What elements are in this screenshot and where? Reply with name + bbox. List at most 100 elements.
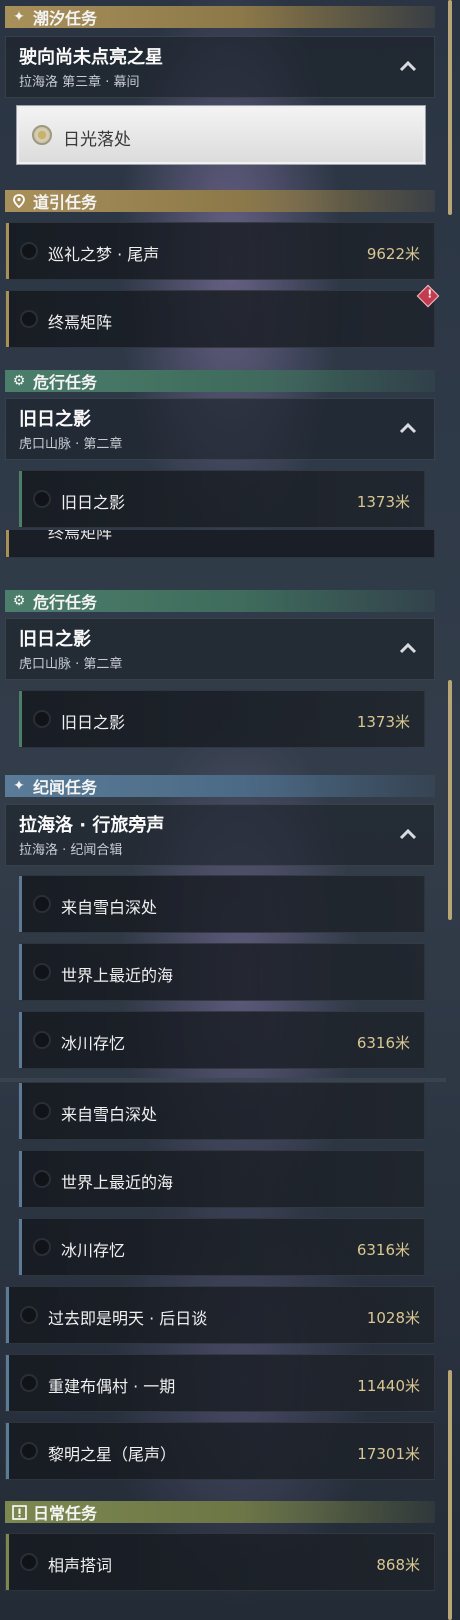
- tracking-radio-icon[interactable]: [20, 1553, 38, 1571]
- location-pin-icon: [11, 193, 27, 209]
- quest-distance: 1028米: [366, 1309, 420, 1327]
- accent-bar: [19, 876, 22, 932]
- tracking-radio-icon[interactable]: [33, 963, 51, 981]
- tracking-radio-icon[interactable]: [33, 710, 51, 728]
- quest-item[interactable]: 旧日之影 1373米: [18, 470, 425, 528]
- quest-item-label: 旧日之影: [61, 493, 126, 512]
- chevron-up-icon[interactable]: [396, 55, 420, 79]
- quest-item-label: 世界上最近的海: [61, 1173, 174, 1192]
- scrollbar-bottom[interactable]: [448, 1370, 452, 1620]
- quest-group-chronicle[interactable]: 拉海洛 · 行旅旁声 拉海洛 · 纪闻合辑: [5, 804, 435, 866]
- tracking-radio-icon[interactable]: [20, 310, 38, 328]
- quest-subtitle: 虎口山脉 · 第二章: [19, 657, 123, 672]
- quest-distance: 17301米: [357, 1445, 420, 1463]
- quest-item-label: 终焉矩阵: [48, 530, 113, 542]
- quest-item[interactable]: 世界上最近的海: [18, 943, 425, 1001]
- sparkle-icon: ✦: [13, 778, 25, 794]
- quest-distance: 6316米: [356, 1034, 410, 1052]
- clipped-row-fragment: 终焉矩阵: [5, 530, 435, 562]
- quest-item-label: 相声搭词: [48, 1556, 113, 1575]
- quest-item-label: 旧日之影: [61, 713, 126, 732]
- accent-bar: [19, 1219, 22, 1275]
- tracking-radio-icon[interactable]: [33, 1170, 51, 1188]
- quest-item[interactable]: 来自雪白深处: [18, 1082, 425, 1140]
- section-header-daily: 日常任务: [5, 1501, 435, 1523]
- section-title: 道引任务: [33, 193, 98, 212]
- quest-item-label: 来自雪白深处: [61, 1105, 158, 1124]
- quest-item[interactable]: 世界上最近的海: [18, 1150, 425, 1208]
- quest-item[interactable]: 旧日之影 1373米: [18, 690, 425, 748]
- tracking-radio-icon[interactable]: [20, 1442, 38, 1460]
- accent-bar: [19, 1012, 22, 1068]
- section-header-danger: ⚙ 危行任务: [5, 370, 435, 392]
- accent-bar: [6, 223, 9, 279]
- accent-bar: [19, 1083, 22, 1139]
- section-title: 危行任务: [33, 373, 98, 392]
- quest-item[interactable]: 黎明之星（尾声） 17301米: [5, 1422, 435, 1480]
- section-header-tide: ✦ 潮汐任务: [5, 6, 435, 28]
- quest-item[interactable]: 相声搭词 868米: [5, 1533, 435, 1591]
- section-title: 危行任务: [33, 593, 98, 612]
- quest-item-label: 来自雪白深处: [61, 898, 158, 917]
- accent-bar: [19, 1151, 22, 1207]
- quest-item-label: 日光落处: [63, 130, 131, 150]
- quest-item-selected[interactable]: 日光落处: [17, 106, 425, 164]
- quest-item-label: 世界上最近的海: [61, 966, 174, 985]
- quest-group-danger[interactable]: 旧日之影 虎口山脉 · 第二章: [5, 398, 435, 460]
- tracking-radio-icon[interactable]: [33, 1031, 51, 1049]
- tracking-radio-icon[interactable]: [32, 125, 52, 145]
- sparkle-icon: ✦: [13, 9, 25, 25]
- quest-item-label: 冰川存忆: [61, 1034, 126, 1053]
- tracking-radio-icon[interactable]: [20, 1306, 38, 1324]
- quest-title: 驶向尚未点亮之星: [19, 47, 163, 68]
- quest-group-tide[interactable]: 驶向尚未点亮之星 拉海洛 第三章 · 幕间: [5, 36, 435, 98]
- tracking-radio-icon[interactable]: [20, 242, 38, 260]
- quest-item[interactable]: 终焉矩阵: [5, 290, 435, 348]
- section-title: 纪闻任务: [33, 778, 98, 797]
- quest-item-label: 巡礼之梦 · 尾声: [48, 245, 160, 264]
- quest-item-label: 重建布偶村 · 一期: [48, 1377, 176, 1396]
- accent-bar: [19, 691, 22, 747]
- chevron-up-icon[interactable]: [396, 637, 420, 661]
- quest-item-label: 过去即是明天 · 后日谈: [48, 1309, 208, 1328]
- accent-bar: [6, 1534, 9, 1590]
- quest-title: 旧日之影: [19, 409, 91, 430]
- scrollbar-mid[interactable]: [448, 680, 452, 920]
- quest-item[interactable]: 冰川存忆 6316米: [18, 1218, 425, 1276]
- section-title: 日常任务: [33, 1504, 98, 1523]
- quest-item-label: 黎明之星（尾声）: [48, 1445, 177, 1464]
- tracking-radio-icon[interactable]: [33, 1102, 51, 1120]
- scrollbar-top[interactable]: [448, 0, 452, 215]
- quest-subtitle: 虎口山脉 · 第二章: [19, 437, 123, 452]
- section-header-danger: ⚙ 危行任务: [5, 590, 435, 612]
- tracking-radio-icon[interactable]: [20, 1374, 38, 1392]
- quest-item[interactable]: 过去即是明天 · 后日谈 1028米: [5, 1286, 435, 1344]
- accent-bar: [19, 471, 22, 527]
- quest-item[interactable]: 冰川存忆 6316米: [18, 1011, 425, 1069]
- quest-group-danger[interactable]: 旧日之影 虎口山脉 · 第二章: [5, 618, 435, 680]
- shield-gear-icon: ⚙: [12, 373, 26, 389]
- exclamation-box-icon: [11, 1504, 27, 1520]
- section-header-chronicle: ✦ 纪闻任务: [5, 775, 435, 797]
- quest-subtitle: 拉海洛 第三章 · 幕间: [19, 75, 140, 90]
- quest-item[interactable]: 巡礼之梦 · 尾声 9622米: [5, 222, 435, 280]
- quest-item[interactable]: 来自雪白深处: [18, 875, 425, 933]
- tracking-radio-icon[interactable]: [33, 490, 51, 508]
- accent-bar: [6, 291, 9, 347]
- shield-gear-icon: ⚙: [12, 593, 26, 609]
- accent-bar: [19, 944, 22, 1000]
- accent-bar: [6, 1287, 9, 1343]
- quest-distance: 6316米: [356, 1241, 410, 1259]
- quest-distance: 1373米: [356, 713, 410, 731]
- tracking-radio-icon[interactable]: [33, 895, 51, 913]
- chevron-up-icon[interactable]: [396, 823, 420, 847]
- section-title: 潮汐任务: [33, 9, 98, 28]
- quest-subtitle: 拉海洛 · 纪闻合辑: [19, 843, 123, 858]
- quest-item-label: 终焉矩阵: [48, 313, 113, 332]
- quest-title: 旧日之影: [19, 629, 91, 650]
- chevron-up-icon[interactable]: [396, 417, 420, 441]
- quest-item[interactable]: 重建布偶村 · 一期 11440米: [5, 1354, 435, 1412]
- quest-distance: 868米: [376, 1556, 420, 1574]
- tracking-radio-icon[interactable]: [33, 1238, 51, 1256]
- quest-item-label: 冰川存忆: [61, 1241, 126, 1260]
